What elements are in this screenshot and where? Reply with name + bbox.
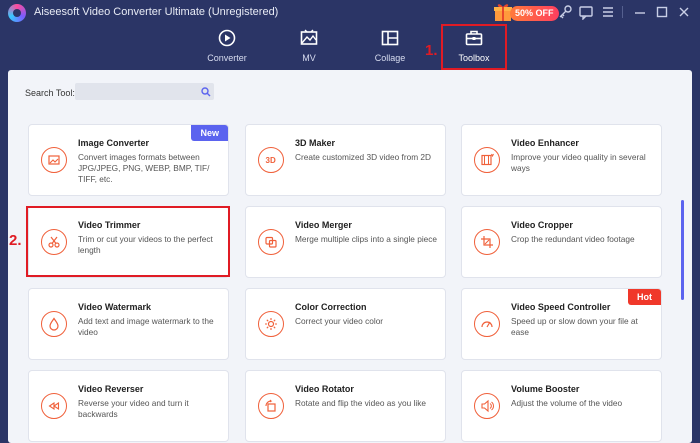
image-converter-icon <box>41 147 67 173</box>
close-icon[interactable] <box>676 4 692 20</box>
window-title: Aiseesoft Video Converter Ultimate (Unre… <box>34 6 279 18</box>
tool-video-merger[interactable]: Video Merger Merge multiple clips into a… <box>245 206 446 278</box>
key-icon[interactable] <box>557 4 573 20</box>
tool-title: Video Enhancer <box>511 138 579 148</box>
tool-description: Crop the redundant video footage <box>511 234 635 244</box>
tool-description: Trim or cut your videos to the perfect l… <box>78 234 213 255</box>
feedback-icon[interactable] <box>578 4 594 20</box>
tab-collage[interactable]: Collage <box>357 28 423 68</box>
tool-title: Video Cropper <box>511 220 573 230</box>
drop-icon <box>41 311 67 337</box>
tool-volume-booster[interactable]: Volume Booster Adjust the volume of the … <box>461 370 662 442</box>
crop-icon <box>474 229 500 255</box>
tool-title: 3D Maker <box>295 138 336 148</box>
speedometer-icon <box>474 311 500 337</box>
search-input[interactable] <box>75 83 214 100</box>
tool-title: Video Watermark <box>78 302 152 312</box>
app-logo-icon <box>8 4 26 22</box>
tool-title: Video Trimmer <box>78 220 141 230</box>
tool-title: Video Merger <box>295 220 352 230</box>
promo-button[interactable]: 50% OFF <box>493 2 559 22</box>
toolbox-highlight-box <box>441 24 507 70</box>
tool-color-correction[interactable]: Color Correction Correct your video colo… <box>245 288 446 360</box>
tool-video-reverser[interactable]: Video Reverser Reverse your video and tu… <box>28 370 229 442</box>
title-divider <box>622 6 623 18</box>
tool-description: Improve your video quality in several wa… <box>511 152 646 173</box>
tool-description: Create customized 3D video from 2D <box>295 152 432 162</box>
step-2-label: 2. <box>9 232 22 249</box>
search-icon[interactable] <box>201 87 211 97</box>
maximize-icon[interactable] <box>654 4 670 20</box>
tool-description: Merge multiple clips into a single piece <box>295 234 438 244</box>
tool-title: Video Reverser <box>78 384 144 394</box>
scissors-icon <box>41 229 67 255</box>
menu-icon[interactable] <box>600 4 616 20</box>
tool-title: Color Correction <box>295 302 367 312</box>
tool-image-converter[interactable]: Image Converter Convert images formats b… <box>28 124 229 196</box>
tool-title: Volume Booster <box>511 384 580 394</box>
3d-icon: 3D <box>258 147 284 173</box>
tool-description: Reverse your video and turn it backwards <box>78 398 189 419</box>
new-badge: New <box>191 125 228 141</box>
tool-description: Speed up or slow down your file at ease <box>511 316 638 337</box>
tab-converter[interactable]: Converter <box>194 28 260 68</box>
tool-title: Video Rotator <box>295 384 354 394</box>
tab-mv-label: MV <box>302 53 316 63</box>
collage-icon <box>381 30 399 46</box>
tab-collage-label: Collage <box>374 53 406 63</box>
tool-3d-maker[interactable]: 3D 3D Maker Create customized 3D video f… <box>245 124 446 196</box>
discount-badge: 50% OFF <box>510 6 559 21</box>
tab-mv[interactable]: MV <box>276 28 342 68</box>
minimize-icon[interactable] <box>632 4 648 20</box>
toolbox-panel: Search Tool: Image Converter Convert ima… <box>8 70 692 443</box>
rewind-icon <box>41 393 67 419</box>
tool-video-enhancer[interactable]: Video Enhancer Improve your video qualit… <box>461 124 662 196</box>
mv-icon <box>300 29 318 45</box>
tool-video-rotator[interactable]: Video Rotator Rotate and flip the video … <box>245 370 446 442</box>
enhancer-icon <box>474 147 500 173</box>
tool-description: Rotate and flip the video as you like <box>295 398 426 408</box>
search-label: Search Tool: <box>25 88 75 98</box>
tool-description: Add text and image watermark to the vide… <box>78 316 214 337</box>
tool-video-cropper[interactable]: Video Cropper Crop the redundant video f… <box>461 206 662 278</box>
hot-badge: Hot <box>628 289 661 305</box>
converter-icon <box>218 29 236 47</box>
step-1-label: 1. <box>425 42 438 59</box>
tool-title: Video Speed Controller <box>511 302 611 312</box>
merge-icon <box>258 229 284 255</box>
scrollbar[interactable] <box>681 200 684 300</box>
tab-converter-label: Converter <box>207 53 247 63</box>
title-bar: Aiseesoft Video Converter Ultimate (Unre… <box>0 0 700 26</box>
tool-description: Correct your video color <box>295 316 384 326</box>
tool-title: Image Converter <box>78 138 150 148</box>
sun-icon <box>258 311 284 337</box>
tool-video-watermark[interactable]: Video Watermark Add text and image water… <box>28 288 229 360</box>
tool-description: Adjust the volume of the video <box>511 398 623 408</box>
svg-text:3D: 3D <box>266 156 276 165</box>
volume-icon <box>474 393 500 419</box>
rotate-icon <box>258 393 284 419</box>
tool-video-trimmer[interactable]: Video Trimmer Trim or cut your videos to… <box>28 206 229 278</box>
tool-video-speed-controller[interactable]: Video Speed Controller Speed up or slow … <box>461 288 662 360</box>
tool-description: Convert images formats between JPG/JPEG,… <box>78 152 210 184</box>
